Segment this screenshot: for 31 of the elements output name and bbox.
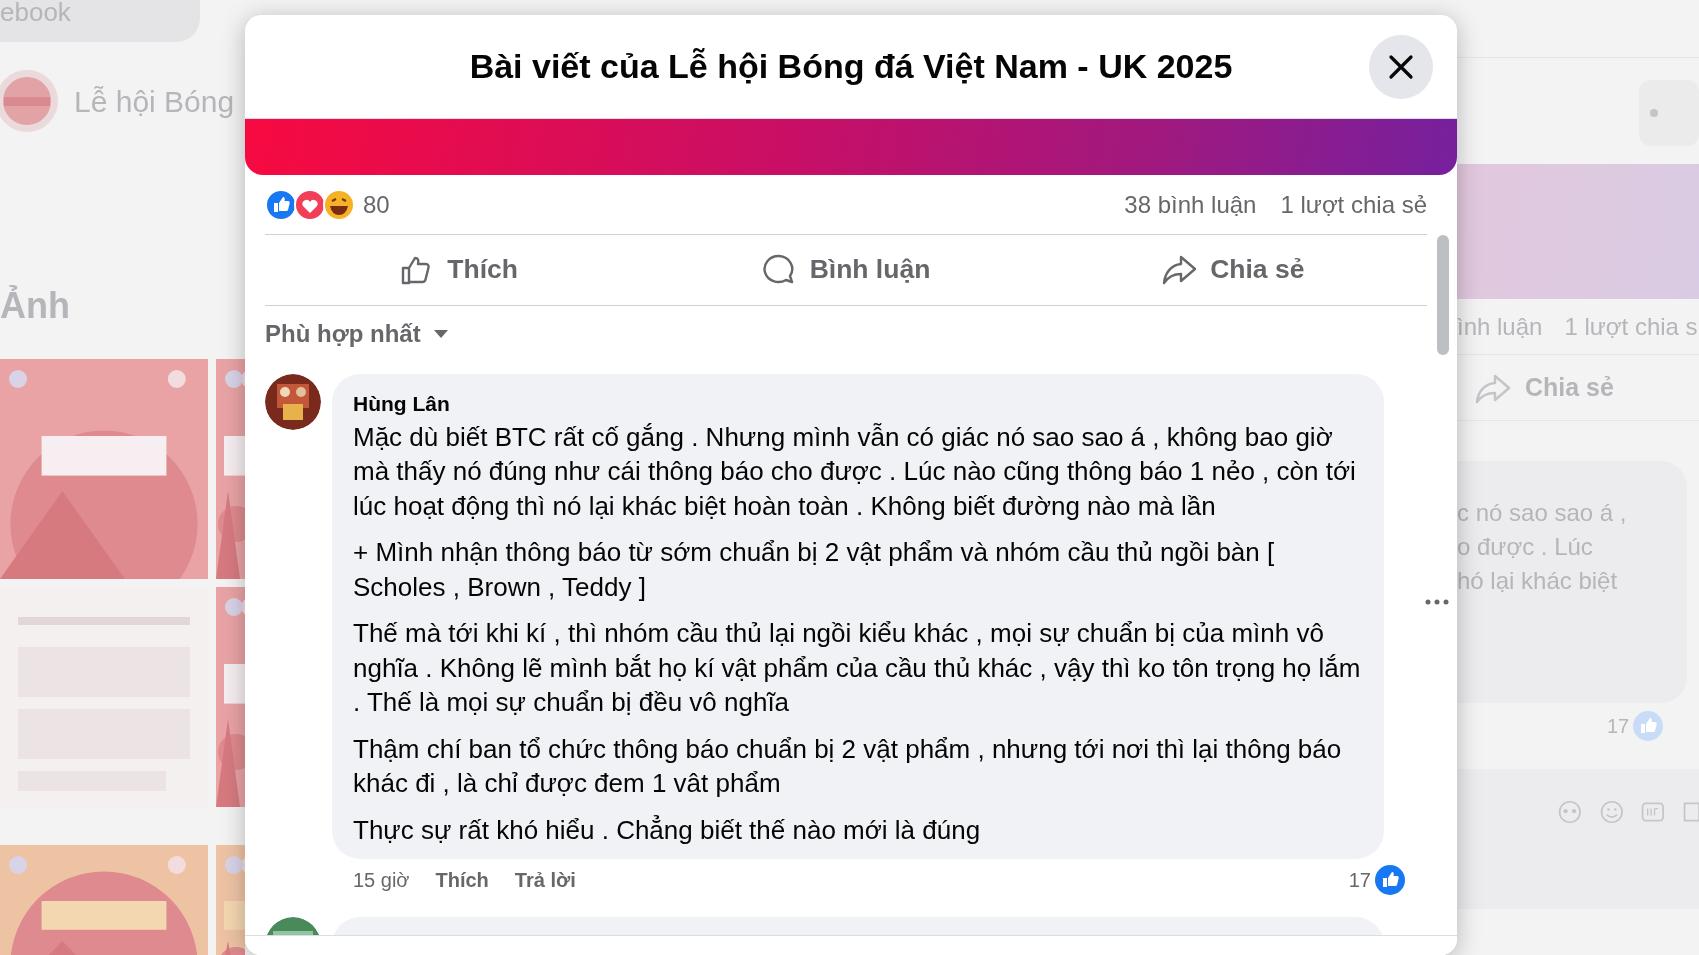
caret-icon	[432, 329, 449, 339]
like-icon	[1633, 711, 1664, 741]
like-count: 17	[1607, 714, 1630, 739]
dialog-title: Bài viết của Lễ hội Bóng đá Việt Nam - UK 2025	[469, 46, 1233, 87]
like-icon	[1375, 865, 1405, 895]
sort-dropdown[interactable]: Phù hợp nhất	[265, 316, 449, 352]
close-icon	[1388, 54, 1414, 80]
share-count[interactable]: 1 lượt chia sẻ	[1280, 186, 1427, 223]
post-stat: ình luận	[1457, 311, 1543, 342]
comment-text: Thực sự rất khó hiểu . Chẳng biết thế nào mới là đúng	[353, 813, 982, 847]
comment-text: Thậm chí ban tổ chức thông báo chuẩn bị 2 vật phẩm , nhưng tới nơi thì lại thông báo khác đi , là chỉ được đem 1 vât phẩm	[353, 732, 1343, 800]
section-title: Ảnh	[0, 284, 71, 328]
comment-author[interactable]: Hùng Lân	[353, 388, 1364, 420]
comment-text-line: hó lại khác biệt	[1457, 566, 1619, 596]
scrollbar[interactable]	[1437, 235, 1449, 355]
comment-count[interactable]: 38 bình luận	[1124, 186, 1257, 223]
more-icon	[1425, 598, 1449, 605]
comment-text: Mặc dù biết BTC rất cố gắng . Nhưng mình vẫn có giác nó sao sao á , không bao giờ mà thấy nó đúng như cái thông báo cho được . Lúc nào cũng thông báo 1 nẻo , còn tới lúc hoạt động thì nó lại khác biệt hoàn toàn . Không biết đường nào mà lần	[353, 420, 1357, 523]
share-icon	[1162, 253, 1197, 287]
post-stat: 1 lượt chia s	[1564, 311, 1698, 342]
like-link[interactable]: Thích	[435, 865, 489, 895]
reaction-count[interactable]: 80	[363, 186, 390, 223]
comment-text: Thế mà tới khi kí , thì nhóm cầu thủ lại ngồi kiểu khác , mọi sự chuẩn bị của mình vô nghĩa . Không lẽ mình bắt họ kí vật phẩm của cầu thủ khác , vậy thì ko tôn trọng họ lắm . Thế là mọi sự chuẩn bị đều vô nghĩa	[353, 617, 1362, 719]
like-count: 17	[1348, 868, 1371, 893]
more-icon	[1649, 108, 1659, 118]
comment-text: + Mình nhận thông báo từ sớm chuẩn bị 2 vật phẩm và nhóm cầu thủ ngồi bàn [ Scholes , Brown , Teddy ]	[353, 536, 1276, 604]
comment-button[interactable]: Bình luận	[652, 235, 1040, 305]
comment-time[interactable]: 15 giờ	[353, 865, 410, 895]
like-button[interactable]: Thích	[265, 235, 653, 305]
share-button[interactable]: Chia sẻ	[1039, 235, 1427, 305]
reply-link[interactable]: Trả lời	[514, 865, 576, 895]
